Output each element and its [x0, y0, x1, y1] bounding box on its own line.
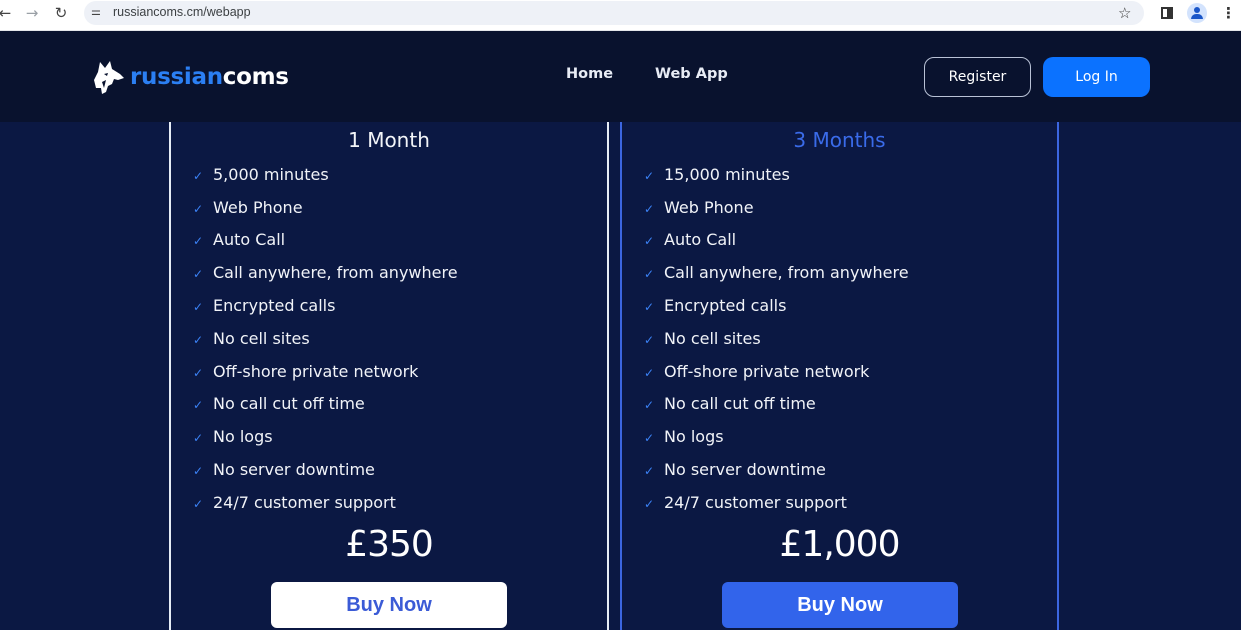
browser-toolbar: ← → ↻ ⚌ russiancoms.cm/webapp ☆ ⋮	[0, 0, 1241, 31]
feature-item: ✓ 5,000 minutes	[193, 158, 458, 191]
feature-item: ✓ 24/7 customer support	[644, 486, 909, 519]
plan-price: £350	[345, 524, 434, 565]
forward-icon[interactable]: →	[22, 4, 42, 22]
feature-item: ✓ Encrypted calls	[644, 289, 909, 322]
buy-now-button[interactable]: Buy Now	[271, 582, 507, 628]
feature-item: ✓ Call anywhere, from anywhere	[644, 256, 909, 289]
feature-text: No server downtime	[664, 460, 826, 480]
feature-text: No cell sites	[213, 328, 310, 348]
feature-text: Off-shore private network	[213, 361, 419, 381]
buy-now-button[interactable]: Buy Now	[722, 582, 958, 628]
feature-text: Encrypted calls	[213, 296, 336, 316]
feature-list: ✓ 15,000 minutes ✓ Web Phone ✓ Auto Call ✓ C…	[644, 158, 909, 519]
feature-item: ✓ No call cut off time	[644, 388, 909, 421]
nav-home[interactable]: Home	[566, 66, 613, 82]
feature-text: 15,000 minutes	[664, 164, 790, 184]
check-icon: ✓	[193, 267, 204, 282]
feature-item: ✓ No server downtime	[193, 453, 458, 486]
feature-list: ✓ 5,000 minutes ✓ Web Phone ✓ Auto Call ✓ Ca…	[193, 158, 458, 519]
plan-card-1-month: 1 Month ✓ 5,000 minutes ✓ Web Phone ✓ Auto …	[169, 122, 609, 630]
check-icon: ✓	[644, 300, 655, 315]
feature-item: ✓ Encrypted calls	[193, 289, 458, 322]
login-button[interactable]: Log In	[1043, 57, 1150, 97]
feature-text: No cell sites	[664, 328, 761, 348]
feature-item: ✓ No logs	[193, 420, 458, 453]
check-icon: ✓	[193, 332, 204, 347]
check-icon: ✓	[644, 267, 655, 282]
plan-title: 1 Month	[348, 128, 430, 152]
check-icon: ✓	[193, 431, 204, 446]
site-header: russiancoms Home Web App Register Log In	[0, 31, 1241, 122]
feature-item: ✓ 15,000 minutes	[644, 158, 909, 191]
check-icon: ✓	[193, 398, 204, 413]
feature-item: ✓ Web Phone	[193, 191, 458, 224]
check-icon: ✓	[193, 234, 204, 249]
feature-text: No logs	[664, 427, 724, 447]
check-icon: ✓	[193, 365, 204, 380]
feature-text: Off-shore private network	[664, 361, 870, 381]
feature-item: ✓ 24/7 customer support	[193, 486, 458, 519]
feature-item: ✓ No logs	[644, 420, 909, 453]
check-icon: ✓	[644, 332, 655, 347]
feature-text: Web Phone	[664, 197, 754, 217]
check-icon: ✓	[644, 464, 655, 479]
check-icon: ✓	[644, 201, 655, 216]
feature-text: 5,000 minutes	[213, 164, 329, 184]
feature-text: No call cut off time	[664, 394, 816, 414]
address-bar[interactable]: ⚌ russiancoms.cm/webapp	[84, 1, 1144, 25]
register-button[interactable]: Register	[924, 57, 1031, 97]
url-text[interactable]: russiancoms.cm/webapp	[113, 5, 251, 19]
side-panel-icon[interactable]	[1161, 7, 1173, 19]
feature-text: 24/7 customer support	[664, 492, 847, 512]
plan-card-3-months: 3 Months ✓ 15,000 minutes ✓ Web Phone ✓ Aut…	[620, 122, 1059, 630]
check-icon: ✓	[644, 431, 655, 446]
feature-text: No call cut off time	[213, 394, 365, 414]
feature-text: 24/7 customer support	[213, 492, 396, 512]
check-icon: ✓	[193, 464, 204, 479]
feature-text: Auto Call	[664, 230, 737, 250]
check-icon: ✓	[193, 496, 204, 511]
brand-name: russiancoms	[130, 64, 289, 90]
feature-item: ✓ No cell sites	[644, 322, 909, 355]
feature-text: Auto Call	[213, 230, 286, 250]
feature-item: ✓ Call anywhere, from anywhere	[193, 256, 458, 289]
check-icon: ✓	[644, 168, 655, 183]
reload-icon[interactable]: ↻	[51, 4, 71, 22]
check-icon: ✓	[644, 365, 655, 380]
feature-item: ✓ Off-shore private network	[193, 355, 458, 388]
feature-item: ✓ Off-shore private network	[644, 355, 909, 388]
plan-price: £1,000	[779, 524, 901, 565]
bookmark-star-icon[interactable]: ☆	[1118, 4, 1131, 22]
feature-item: ✓ Auto Call	[644, 224, 909, 257]
feature-text: Call anywhere, from anywhere	[664, 263, 909, 283]
feature-text: No logs	[213, 427, 273, 447]
feature-item: ✓ Auto Call	[193, 224, 458, 257]
check-icon: ✓	[644, 398, 655, 413]
check-icon: ✓	[193, 168, 204, 183]
site-info-icon[interactable]: ⚌	[91, 5, 105, 19]
feature-text: Encrypted calls	[664, 296, 787, 316]
feature-text: Call anywhere, from anywhere	[213, 263, 458, 283]
back-icon[interactable]: ←	[0, 4, 15, 22]
check-icon: ✓	[193, 300, 204, 315]
check-icon: ✓	[193, 201, 204, 216]
feature-item: ✓ No server downtime	[644, 453, 909, 486]
wolf-logo-icon	[94, 61, 124, 94]
feature-item: ✓ No cell sites	[193, 322, 458, 355]
profile-icon[interactable]	[1187, 3, 1207, 23]
logo[interactable]: russiancoms	[90, 57, 289, 97]
plan-title: 3 Months	[793, 128, 886, 152]
feature-text: Web Phone	[213, 197, 303, 217]
check-icon: ✓	[644, 234, 655, 249]
feature-text: No server downtime	[213, 460, 375, 480]
check-icon: ✓	[644, 496, 655, 511]
feature-item: ✓ No call cut off time	[193, 388, 458, 421]
more-menu-icon[interactable]: ⋮	[1221, 4, 1236, 22]
nav-web-app[interactable]: Web App	[655, 66, 728, 82]
feature-item: ✓ Web Phone	[644, 191, 909, 224]
